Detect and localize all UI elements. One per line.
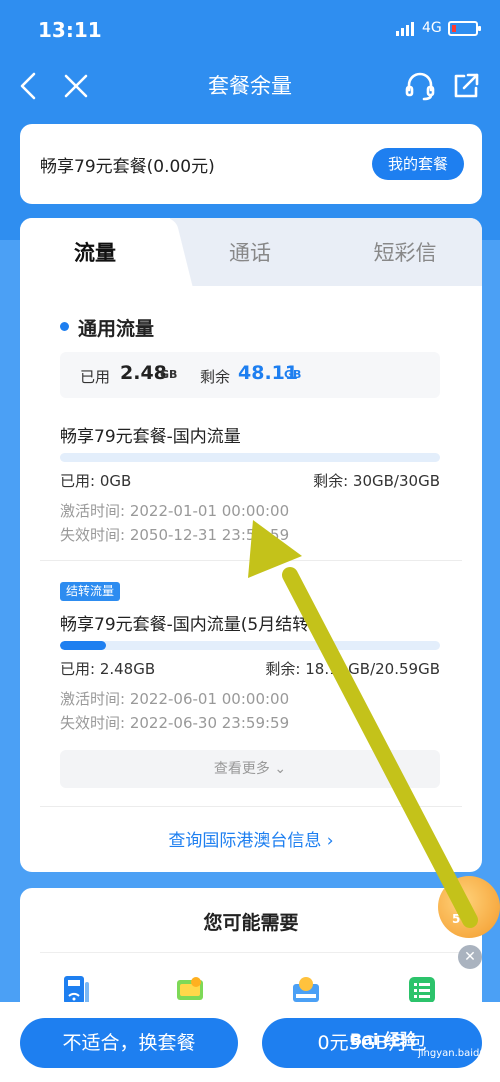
status-bar: 13:11 4G (0, 0, 500, 58)
section-dot (60, 322, 69, 331)
view-more-button[interactable]: 查看更多 ⌄ (60, 750, 440, 788)
intl-info-label: 查询国际港澳台信息 (168, 831, 322, 851)
item-2-progress (60, 641, 440, 650)
usage-card: 流量 通话 短彩信 通用流量 已用 2.48 GB 剩余 48.11 GB 畅享… (20, 218, 482, 872)
item-2-progress-fill (60, 641, 106, 650)
nav-bar: 套餐余量 (0, 58, 500, 114)
status-time: 13:11 (38, 18, 102, 42)
item-2-activate: 激活时间: 2022-06-01 00:00:00 (60, 690, 290, 708)
used-label: 已用 (80, 368, 111, 386)
tab-calls[interactable]: 通话 (180, 218, 320, 286)
item-1-name: 畅享79元套餐-国内流量 (60, 427, 241, 447)
item-1-activate: 激活时间: 2022-01-01 00:00:00 (60, 502, 290, 520)
remain-unit: GB (284, 368, 302, 381)
used-unit: GB (160, 368, 178, 381)
item-1-progress (60, 453, 440, 462)
watermark-brand: Bai 经验 (350, 1030, 417, 1049)
tab-data[interactable]: 流量 (20, 218, 170, 286)
usage-summary: 已用 2.48 GB 剩余 48.11 GB (60, 352, 440, 398)
headset-icon[interactable] (402, 68, 438, 104)
item-2-name: 畅享79元套餐-国内流量(5月结转) (60, 615, 316, 635)
promo-float-label: 5G (452, 912, 471, 926)
tab-sms[interactable]: 短彩信 (330, 218, 480, 286)
divider (40, 952, 462, 953)
recommend-title: 您可能需要 (203, 912, 299, 934)
network-type: 4G (422, 20, 442, 36)
carryover-badge: 结转流量 (60, 582, 121, 601)
signal-icon (396, 22, 416, 36)
section-title: 通用流量 (78, 318, 155, 340)
bottom-bar: 不适合，换套餐 0元5GB月包 (0, 1002, 500, 1082)
tab-data-label: 流量 (74, 241, 116, 265)
watermark: Bai 经验jingyan.baidu.com (350, 1026, 500, 1059)
item-2-remain: 剩余: 18.11GB/20.59GB (265, 660, 440, 678)
intl-info-link[interactable]: 查询国际港澳台信息 › (20, 826, 482, 851)
item-1-used: 已用: 0GB (60, 472, 132, 490)
close-float-icon[interactable]: ✕ (458, 945, 482, 969)
share-icon[interactable] (448, 68, 484, 104)
chevron-right-icon: › (326, 831, 334, 851)
chevron-down-icon: ⌄ (274, 761, 287, 777)
watermark-site: jingyan.baidu.com (418, 1048, 500, 1059)
tab-bar: 流量 通话 短彩信 (20, 218, 482, 286)
package-card: 畅享79元套餐(0.00元) 我的套餐 (20, 124, 482, 204)
my-package-button[interactable]: 我的套餐 (371, 148, 464, 180)
item-2-used: 已用: 2.48GB (60, 660, 156, 678)
divider (40, 806, 462, 807)
divider (40, 560, 462, 561)
package-name: 畅享79元套餐(0.00元) (40, 157, 215, 177)
item-1-remain: 剩余: 30GB/30GB (313, 472, 440, 490)
item-1-expire: 失效时间: 2050-12-31 23:59:59 (60, 526, 290, 544)
view-more-label: 查看更多 (213, 761, 270, 777)
battery-icon (448, 21, 481, 36)
change-plan-button[interactable]: 不适合，换套餐 (20, 1018, 238, 1068)
item-2-expire: 失效时间: 2022-06-30 23:59:59 (60, 714, 290, 732)
promo-float-icon[interactable]: 5G (438, 876, 500, 938)
remain-label: 剩余 (200, 368, 231, 386)
